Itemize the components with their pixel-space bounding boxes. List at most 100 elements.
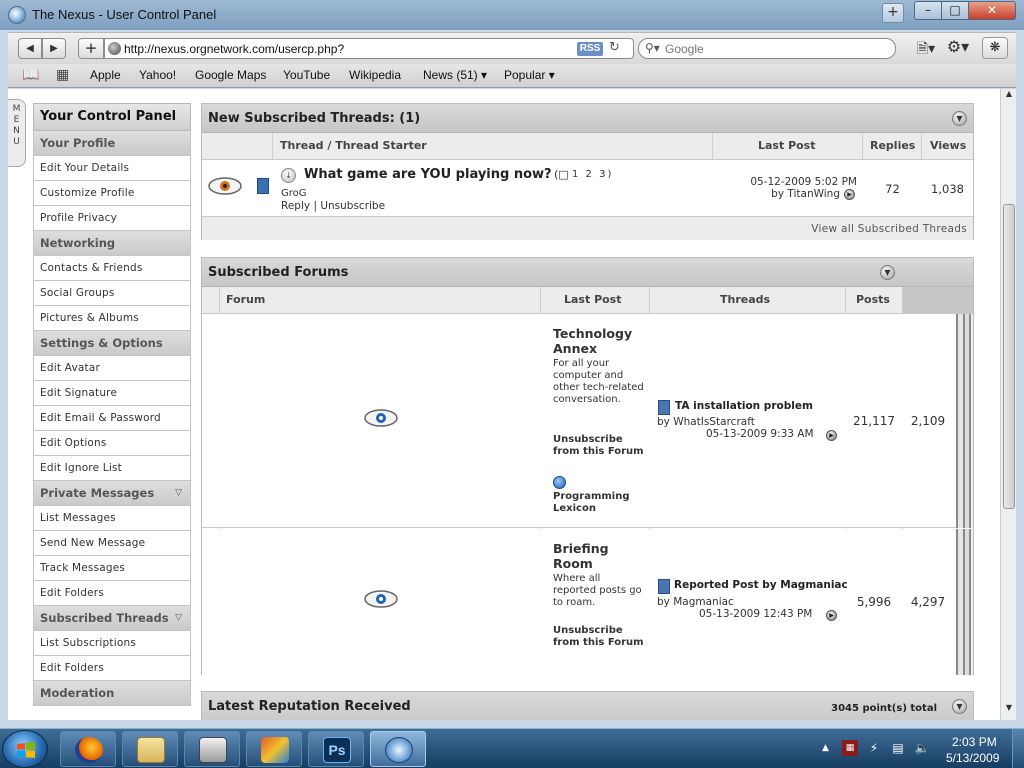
thread-title-link[interactable]: What game are YOU playing now?: [304, 167, 552, 182]
scroll-up-arrow-icon[interactable]: ▲: [1001, 89, 1017, 103]
tray-lightning-icon[interactable]: ⚡: [866, 740, 882, 756]
bookmark-google-maps[interactable]: Google Maps: [195, 68, 266, 82]
close-button[interactable]: ✕: [968, 1, 1016, 20]
address-bar[interactable]: http://nexus.orgnetwork.com/usercp.php? …: [104, 38, 634, 59]
taskbar-media-player[interactable]: [184, 731, 240, 767]
go-to-last-post-icon[interactable]: ▶: [826, 430, 837, 441]
column-header-posts[interactable]: Posts: [856, 293, 890, 306]
collapse-icon[interactable]: ▼: [952, 699, 967, 714]
bookmark-yahoo[interactable]: Yahoo!: [139, 68, 176, 82]
search-input[interactable]: [665, 41, 885, 56]
column-header-last-post[interactable]: Last Post: [564, 293, 622, 306]
sidebar-heading-moderation[interactable]: Moderation: [33, 681, 191, 706]
forum-name-link[interactable]: Briefing Room: [553, 541, 645, 571]
rss-button[interactable]: RSS: [577, 42, 603, 56]
bug-icon[interactable]: ❋: [982, 37, 1008, 59]
sidebar-item-profile-privacy[interactable]: Profile Privacy: [33, 206, 191, 231]
vertical-scrollbar[interactable]: ▲ ▼: [1000, 89, 1016, 720]
thread-replies-count[interactable]: 72: [863, 182, 922, 196]
column-header-replies[interactable]: Replies: [870, 139, 915, 152]
forward-button[interactable]: ▶: [42, 38, 66, 59]
scroll-down-arrow-icon[interactable]: ▼: [1001, 703, 1017, 717]
collapse-icon[interactable]: ▼: [952, 111, 967, 126]
column-header-last-post[interactable]: Last Post: [758, 139, 816, 152]
go-to-last-post-icon[interactable]: ▶: [826, 610, 837, 621]
clock-time[interactable]: 2:03 PM: [952, 735, 997, 749]
sidebar-item-list-messages[interactable]: List Messages: [33, 506, 191, 531]
forum-name-link[interactable]: Technology Annex: [553, 326, 645, 356]
menu-tab[interactable]: MENU: [8, 99, 26, 167]
unsubscribe-link[interactable]: Unsubscribe: [320, 200, 385, 212]
tray-app-icon[interactable]: ▦: [842, 740, 858, 756]
grid-icon[interactable]: ▦: [56, 67, 69, 83]
clock-date[interactable]: 5/13/2009: [946, 751, 999, 765]
sidebar-item-edit-signature[interactable]: Edit Signature: [33, 381, 191, 406]
subforum-link[interactable]: Programming Lexicon: [553, 491, 645, 515]
sidebar-heading-settings[interactable]: Settings & Options: [33, 331, 191, 356]
sidebar-item-edit-sub-folders[interactable]: Edit Folders: [33, 656, 191, 681]
minimize-button[interactable]: –: [914, 1, 942, 20]
taskbar-paint-app[interactable]: [246, 731, 302, 767]
sidebar-heading-your-profile[interactable]: Your Profile: [33, 131, 191, 156]
sidebar-heading-subscribed-threads[interactable]: Subscribed Threads ▽: [33, 606, 191, 631]
unsubscribe-forum-link[interactable]: Unsubscribe from this Forum: [553, 434, 645, 458]
show-desktop-button[interactable]: [1012, 729, 1024, 768]
page-menu-icon[interactable]: 🗎▾: [914, 38, 938, 59]
sidebar-item-contacts[interactable]: Contacts & Friends: [33, 256, 191, 281]
sidebar-item-edit-email[interactable]: Edit Email & Password: [33, 406, 191, 431]
last-post-author[interactable]: by Magmaniac: [657, 596, 734, 608]
tray-network-icon[interactable]: ▤: [890, 740, 906, 756]
sidebar-item-edit-details[interactable]: Edit Your Details: [33, 156, 191, 181]
sidebar-item-send-message[interactable]: Send New Message: [33, 531, 191, 556]
back-button[interactable]: ◀: [18, 38, 42, 59]
url-text[interactable]: http://nexus.orgnetwork.com/usercp.php?: [124, 42, 344, 56]
taskbar-explorer[interactable]: [122, 731, 178, 767]
thread-pages-links[interactable]: 1 2 3): [572, 169, 613, 180]
sidebar-item-edit-avatar[interactable]: Edit Avatar: [33, 356, 191, 381]
sidebar-item-edit-ignore[interactable]: Edit Ignore List: [33, 456, 191, 481]
bookmark-apple[interactable]: Apple: [90, 68, 121, 82]
taskbar-photoshop[interactable]: Ps: [308, 731, 364, 767]
chevron-down-icon[interactable]: ▽: [175, 481, 182, 505]
collapse-icon[interactable]: ▼: [880, 265, 895, 280]
sidebar-item-track-messages[interactable]: Track Messages: [33, 556, 191, 581]
book-icon[interactable]: 📖: [22, 67, 39, 83]
last-post-author[interactable]: by WhatIsStarcraft: [657, 416, 755, 428]
bookmark-youtube[interactable]: YouTube: [283, 68, 330, 82]
unsubscribe-forum-link[interactable]: Unsubscribe from this Forum: [553, 625, 645, 649]
taskbar-firefox[interactable]: [60, 731, 116, 767]
sidebar-item-pictures[interactable]: Pictures & Albums: [33, 306, 191, 331]
sidebar-heading-networking[interactable]: Networking: [33, 231, 191, 256]
sidebar-heading-private-messages[interactable]: Private Messages ▽: [33, 481, 191, 506]
bookmark-news[interactable]: News (51) ▾: [423, 68, 487, 82]
view-all-threads-link[interactable]: View all Subscribed Threads: [811, 223, 967, 235]
taskbar-safari[interactable]: [370, 731, 426, 767]
sidebar-item-list-subscriptions[interactable]: List Subscriptions: [33, 631, 191, 656]
go-to-last-post-icon[interactable]: ▶: [844, 189, 855, 200]
reload-icon[interactable]: ↻: [609, 40, 620, 55]
gear-icon[interactable]: ⚙▾: [944, 37, 972, 59]
search-field[interactable]: ⚲▾: [638, 38, 896, 59]
new-tab-button[interactable]: +: [882, 3, 904, 23]
chevron-down-icon[interactable]: ▽: [175, 606, 182, 630]
maximize-button[interactable]: □: [941, 1, 969, 20]
last-post-title-link[interactable]: TA installation problem: [675, 400, 813, 412]
scroll-thumb[interactable]: [1003, 204, 1015, 509]
thread-pages[interactable]: 1 2 3: [572, 169, 607, 180]
start-button[interactable]: [2, 730, 48, 768]
column-header-thread[interactable]: Thread / Thread Starter: [280, 139, 427, 152]
volume-icon[interactable]: 🔈: [914, 740, 930, 756]
tray-expand-icon[interactable]: ▲: [822, 743, 829, 753]
last-post-author[interactable]: by TitanWing: [771, 188, 840, 200]
last-post-title-link[interactable]: Reported Post by Magmaniac: [674, 579, 848, 591]
column-header-threads[interactable]: Threads: [720, 293, 770, 306]
column-header-forum[interactable]: Forum: [226, 293, 265, 306]
bookmark-wikipedia[interactable]: Wikipedia: [349, 68, 401, 82]
sidebar-item-social-groups[interactable]: Social Groups: [33, 281, 191, 306]
sidebar-item-edit-pm-folders[interactable]: Edit Folders: [33, 581, 191, 606]
reply-link[interactable]: Reply: [281, 200, 310, 212]
bookmark-popular[interactable]: Popular ▾: [504, 68, 555, 82]
sidebar-item-edit-options[interactable]: Edit Options: [33, 431, 191, 456]
thread-starter[interactable]: GroG: [281, 188, 307, 199]
sidebar-item-customize-profile[interactable]: Customize Profile: [33, 181, 191, 206]
